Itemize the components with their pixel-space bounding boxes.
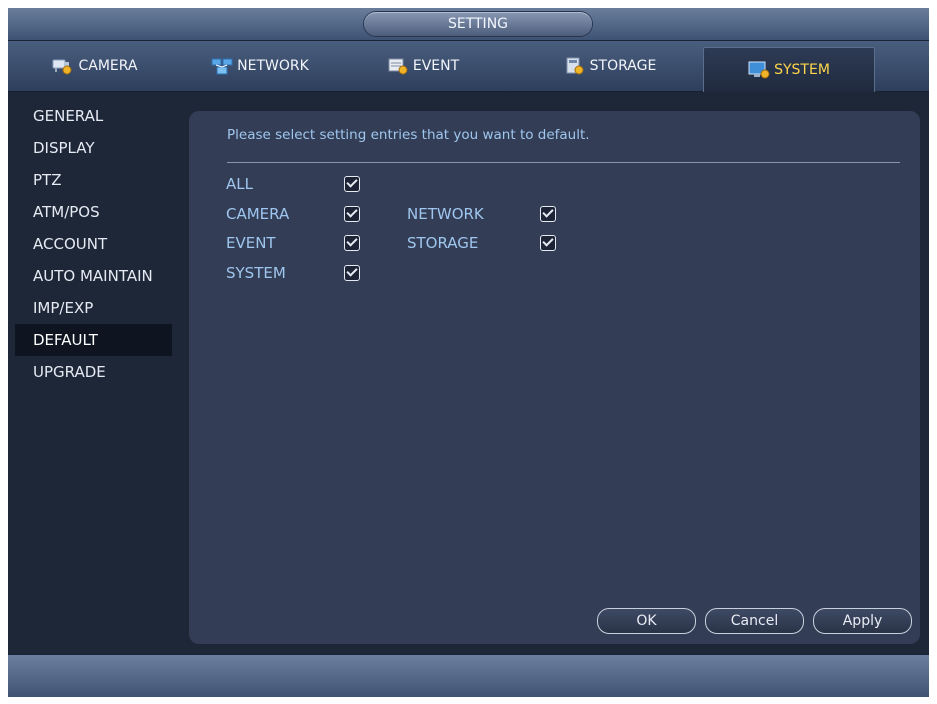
tab-bar: CAMERA NETWORK EVENT STORAGE SYSTEM [8, 41, 929, 92]
option-network-label: NETWORK [407, 205, 484, 223]
tab-camera-label: CAMERA [78, 58, 138, 74]
sidebar: GENERAL DISPLAY PTZ ATM/POS ACCOUNT AUTO… [8, 100, 178, 388]
option-system-checkbox[interactable] [344, 265, 360, 281]
option-camera-checkbox[interactable] [344, 206, 360, 222]
tab-storage-label: STORAGE [589, 58, 657, 74]
tab-system[interactable]: SYSTEM [703, 47, 875, 92]
tab-network[interactable]: NETWORK [195, 47, 325, 85]
sidebar-item-general[interactable]: GENERAL [15, 100, 172, 132]
tab-system-label: SYSTEM [774, 62, 830, 78]
sidebar-item-auto-maintain[interactable]: AUTO MAINTAIN [15, 260, 172, 292]
cancel-button[interactable]: Cancel [705, 608, 804, 634]
title-bar: SETTING [8, 8, 929, 41]
divider [227, 162, 900, 163]
tab-event[interactable]: EVENT [363, 47, 483, 85]
camera-icon [52, 57, 74, 75]
option-all-label: ALL [226, 175, 253, 193]
storage-icon [564, 57, 586, 75]
option-system-label: SYSTEM [226, 264, 286, 282]
sidebar-item-atm-pos[interactable]: ATM/POS [15, 196, 172, 228]
option-camera-label: CAMERA [226, 205, 290, 223]
option-event-checkbox[interactable] [344, 235, 360, 251]
instruction-text: Please select setting entries that you w… [227, 127, 590, 143]
event-icon [387, 57, 409, 75]
sidebar-item-imp-exp[interactable]: IMP/EXP [15, 292, 172, 324]
sidebar-item-default[interactable]: DEFAULT [15, 324, 172, 356]
option-event-label: EVENT [226, 234, 276, 252]
system-icon [748, 61, 770, 79]
network-icon [211, 57, 233, 75]
window-title: SETTING [364, 12, 592, 36]
sidebar-item-account[interactable]: ACCOUNT [15, 228, 172, 260]
tab-storage[interactable]: STORAGE [540, 47, 680, 85]
sidebar-item-ptz[interactable]: PTZ [15, 164, 172, 196]
option-network-checkbox[interactable] [540, 206, 556, 222]
tab-event-label: EVENT [412, 58, 460, 74]
status-bar [8, 654, 929, 697]
option-storage-checkbox[interactable] [540, 235, 556, 251]
apply-button[interactable]: Apply [813, 608, 912, 634]
settings-window: SETTING CAMERA NETWORK EVENT STORAGE SYS… [8, 8, 929, 697]
sidebar-item-display[interactable]: DISPLAY [15, 132, 172, 164]
option-all-checkbox[interactable] [344, 176, 360, 192]
option-storage-label: STORAGE [407, 234, 479, 252]
ok-button[interactable]: OK [597, 608, 696, 634]
sidebar-item-upgrade[interactable]: UPGRADE [15, 356, 172, 388]
default-settings-panel: Please select setting entries that you w… [189, 111, 920, 644]
tab-network-label: NETWORK [237, 58, 309, 74]
tab-camera[interactable]: CAMERA [20, 47, 170, 85]
